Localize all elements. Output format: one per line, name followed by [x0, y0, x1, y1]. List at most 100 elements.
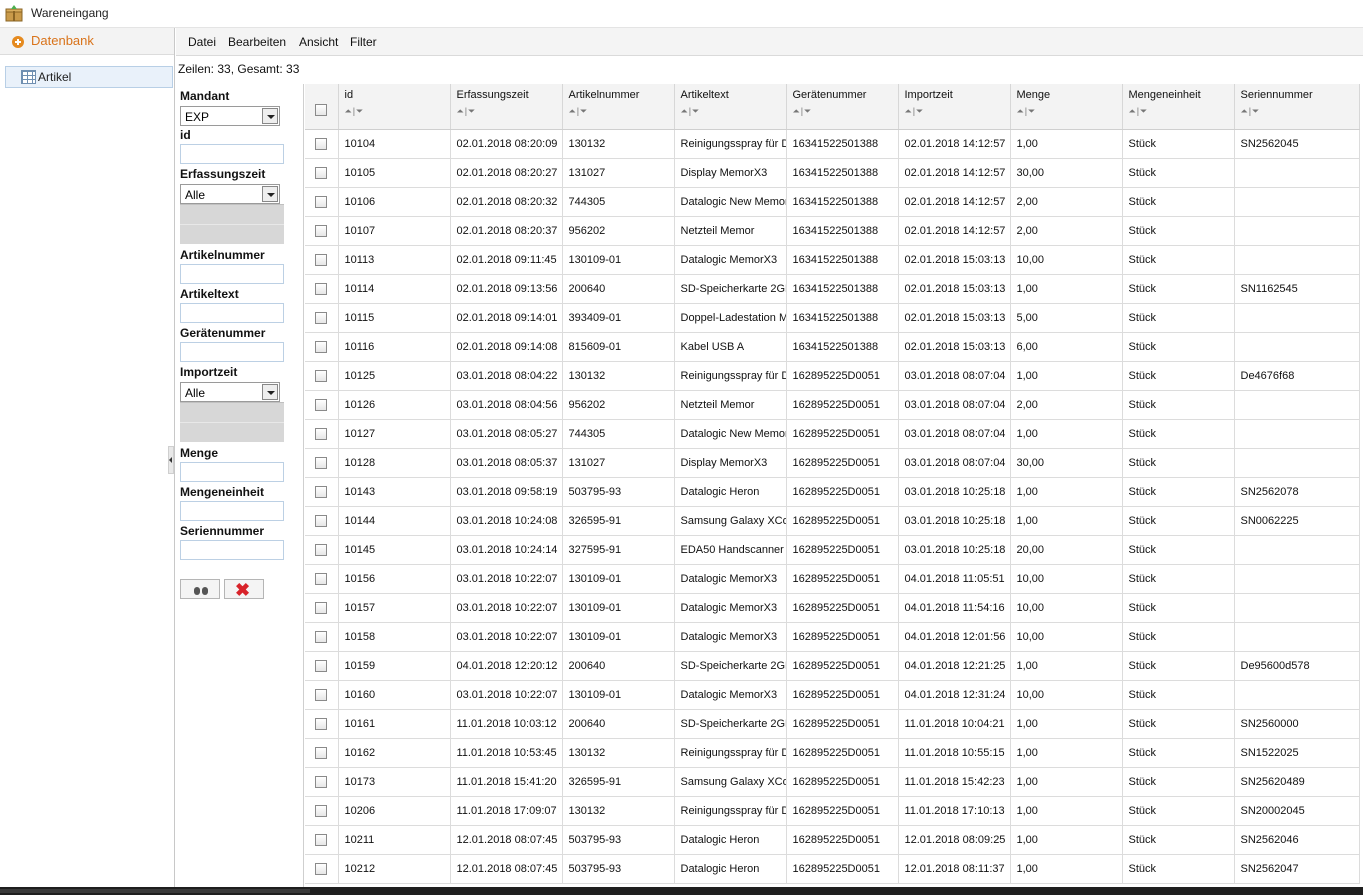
- search-button[interactable]: [180, 579, 220, 599]
- row-checkbox[interactable]: [315, 572, 328, 585]
- table-row[interactable]: 10107 02.01.2018 08:20:37 956202 Netzteil M…: [305, 216, 1360, 246]
- table-row[interactable]: 10128 03.01.2018 08:05:37 131027 Display Me…: [305, 448, 1360, 478]
- row-checkbox[interactable]: [315, 601, 328, 614]
- row-checkbox[interactable]: [315, 775, 328, 788]
- table-row[interactable]: 10145 03.01.2018 10:24:14 327595-91 EDA50 H…: [305, 535, 1360, 565]
- row-checkbox[interactable]: [315, 369, 328, 382]
- chevron-down-icon[interactable]: [262, 384, 278, 400]
- horizontal-scrollbar[interactable]: [0, 887, 1363, 895]
- menu-datei[interactable]: Datei: [188, 35, 216, 49]
- table-cell: [1234, 593, 1360, 623]
- sidebar-item-artikel[interactable]: Artikel: [5, 66, 173, 88]
- artikeltext-filter-input[interactable]: [180, 303, 284, 323]
- row-checkbox[interactable]: [315, 282, 328, 295]
- table-cell: 02.01.2018 09:11:45: [450, 245, 563, 275]
- table-row[interactable]: 10106 02.01.2018 08:20:32 744305 Datalogic …: [305, 187, 1360, 217]
- collapse-handle[interactable]: [168, 446, 174, 474]
- column-header-1[interactable]: Erfassungszeit ⏶|⏷: [450, 84, 563, 130]
- sort-arrows-icon[interactable]: ⏶|⏷: [1129, 106, 1234, 117]
- table-row[interactable]: 10160 03.01.2018 10:22:07 130109-01 Datalog…: [305, 680, 1360, 710]
- row-checkbox[interactable]: [315, 630, 328, 643]
- column-header-0[interactable]: id ⏶|⏷: [338, 84, 451, 130]
- sort-arrows-icon[interactable]: ⏶|⏷: [457, 106, 562, 117]
- row-checkbox[interactable]: [315, 833, 328, 846]
- table-row[interactable]: 10161 11.01.2018 10:03:12 200640 SD-Speiche…: [305, 709, 1360, 739]
- table-row[interactable]: 10143 03.01.2018 09:58:19 503795-93 Datalog…: [305, 477, 1360, 507]
- menge-filter-input[interactable]: [180, 462, 284, 482]
- table-row[interactable]: 10105 02.01.2018 08:20:27 131027 Display Me…: [305, 158, 1360, 188]
- artikelnummer-filter-input[interactable]: [180, 264, 284, 284]
- menu-bearbeiten[interactable]: Bearbeiten: [228, 35, 286, 49]
- row-checkbox[interactable]: [315, 485, 328, 498]
- table-row[interactable]: 10104 02.01.2018 08:20:09 130132 Reinigungs…: [305, 129, 1360, 159]
- sort-arrows-icon[interactable]: ⏶|⏷: [1017, 106, 1122, 117]
- table-cell: 130109-01: [562, 680, 675, 710]
- table-row[interactable]: 10127 03.01.2018 08:05:27 744305 Datalogic …: [305, 419, 1360, 449]
- id-filter-input[interactable]: [180, 144, 284, 164]
- table-row[interactable]: 10162 11.01.2018 10:53:45 130132 Reinigungs…: [305, 738, 1360, 768]
- menu-filter[interactable]: Filter: [350, 35, 377, 49]
- table-row[interactable]: 10125 03.01.2018 08:04:22 130132 Reinigungs…: [305, 361, 1360, 391]
- row-checkbox[interactable]: [315, 166, 328, 179]
- row-checkbox[interactable]: [315, 137, 328, 150]
- sort-arrows-icon[interactable]: ⏶|⏷: [1241, 106, 1359, 117]
- database-header[interactable]: Datenbank: [0, 28, 174, 55]
- column-header-4[interactable]: Gerätenummer ⏶|⏷: [786, 84, 899, 130]
- table-row[interactable]: 10114 02.01.2018 09:13:56 200640 SD-Speiche…: [305, 274, 1360, 304]
- row-checkbox[interactable]: [315, 746, 328, 759]
- table-row[interactable]: 10116 02.01.2018 09:14:08 815609-01 Kabel U…: [305, 332, 1360, 362]
- sort-arrows-icon[interactable]: ⏶|⏷: [793, 106, 898, 117]
- row-checkbox[interactable]: [315, 427, 328, 440]
- row-checkbox[interactable]: [315, 195, 328, 208]
- table-row[interactable]: 10126 03.01.2018 08:04:56 956202 Netzteil M…: [305, 390, 1360, 420]
- geraetenummer-filter-input[interactable]: [180, 342, 284, 362]
- row-checkbox[interactable]: [315, 398, 328, 411]
- mandant-select[interactable]: EXP: [180, 106, 280, 126]
- column-header-8[interactable]: Seriennummer ⏶|⏷: [1234, 84, 1360, 130]
- table-cell: EDA50 Handscanner: [674, 535, 787, 565]
- row-checkbox[interactable]: [315, 311, 328, 324]
- chevron-down-icon[interactable]: [262, 186, 278, 202]
- row-checkbox[interactable]: [315, 456, 328, 469]
- row-checkbox[interactable]: [315, 717, 328, 730]
- table-row[interactable]: 10211 12.01.2018 08:07:45 503795-93 Datalog…: [305, 825, 1360, 855]
- sort-arrows-icon[interactable]: ⏶|⏷: [345, 106, 450, 117]
- expand-plus-icon[interactable]: [12, 36, 24, 48]
- reset-filter-button[interactable]: ✖: [224, 579, 264, 600]
- row-checkbox[interactable]: [315, 514, 328, 527]
- seriennummer-filter-input[interactable]: [180, 540, 284, 560]
- sort-arrows-icon[interactable]: ⏶|⏷: [905, 106, 1010, 117]
- table-row[interactable]: 10157 03.01.2018 10:22:07 130109-01 Datalog…: [305, 593, 1360, 623]
- sort-arrows-icon[interactable]: ⏶|⏷: [681, 106, 786, 117]
- table-row[interactable]: 10206 11.01.2018 17:09:07 130132 Reinigungs…: [305, 796, 1360, 826]
- menu-ansicht[interactable]: Ansicht: [299, 35, 338, 49]
- column-header-3[interactable]: Artikeltext ⏶|⏷: [674, 84, 787, 130]
- column-header-5[interactable]: Importzeit ⏶|⏷: [898, 84, 1011, 130]
- table-row[interactable]: 10158 03.01.2018 10:22:07 130109-01 Datalog…: [305, 622, 1360, 652]
- erfassungszeit-select[interactable]: Alle: [180, 184, 280, 204]
- table-row[interactable]: 10144 03.01.2018 10:24:08 326595-91 Samsung…: [305, 506, 1360, 536]
- row-checkbox[interactable]: [315, 253, 328, 266]
- sort-arrows-icon[interactable]: ⏶|⏷: [569, 106, 674, 117]
- table-row[interactable]: 10156 03.01.2018 10:22:07 130109-01 Datalog…: [305, 564, 1360, 594]
- row-checkbox[interactable]: [315, 340, 328, 353]
- table-row[interactable]: 10115 02.01.2018 09:14:01 393409-01 Doppel-…: [305, 303, 1360, 333]
- column-header-2[interactable]: Artikelnummer ⏶|⏷: [562, 84, 675, 130]
- row-checkbox[interactable]: [315, 862, 328, 875]
- table-row[interactable]: 10113 02.01.2018 09:11:45 130109-01 Datalog…: [305, 245, 1360, 275]
- table-row[interactable]: 10212 12.01.2018 08:07:45 503795-93 Datalog…: [305, 854, 1360, 884]
- column-header-7[interactable]: Mengeneinheit ⏶|⏷: [1122, 84, 1235, 130]
- select-all-checkbox[interactable]: [315, 104, 328, 116]
- table-row[interactable]: 10159 04.01.2018 12:20:12 200640 SD-Speiche…: [305, 651, 1360, 681]
- importzeit-select[interactable]: Alle: [180, 382, 280, 402]
- mengeneinheit-filter-input[interactable]: [180, 501, 284, 521]
- row-checkbox[interactable]: [315, 543, 328, 556]
- chevron-down-icon[interactable]: [262, 108, 278, 124]
- row-checkbox[interactable]: [315, 224, 328, 237]
- row-checkbox[interactable]: [315, 659, 328, 672]
- table-row[interactable]: 10173 11.01.2018 15:41:20 326595-91 Samsung…: [305, 767, 1360, 797]
- row-checkbox[interactable]: [315, 804, 328, 817]
- row-checkbox[interactable]: [315, 688, 328, 701]
- column-header-6[interactable]: Menge ⏶|⏷: [1010, 84, 1123, 130]
- table-cell: 10212: [338, 854, 451, 884]
